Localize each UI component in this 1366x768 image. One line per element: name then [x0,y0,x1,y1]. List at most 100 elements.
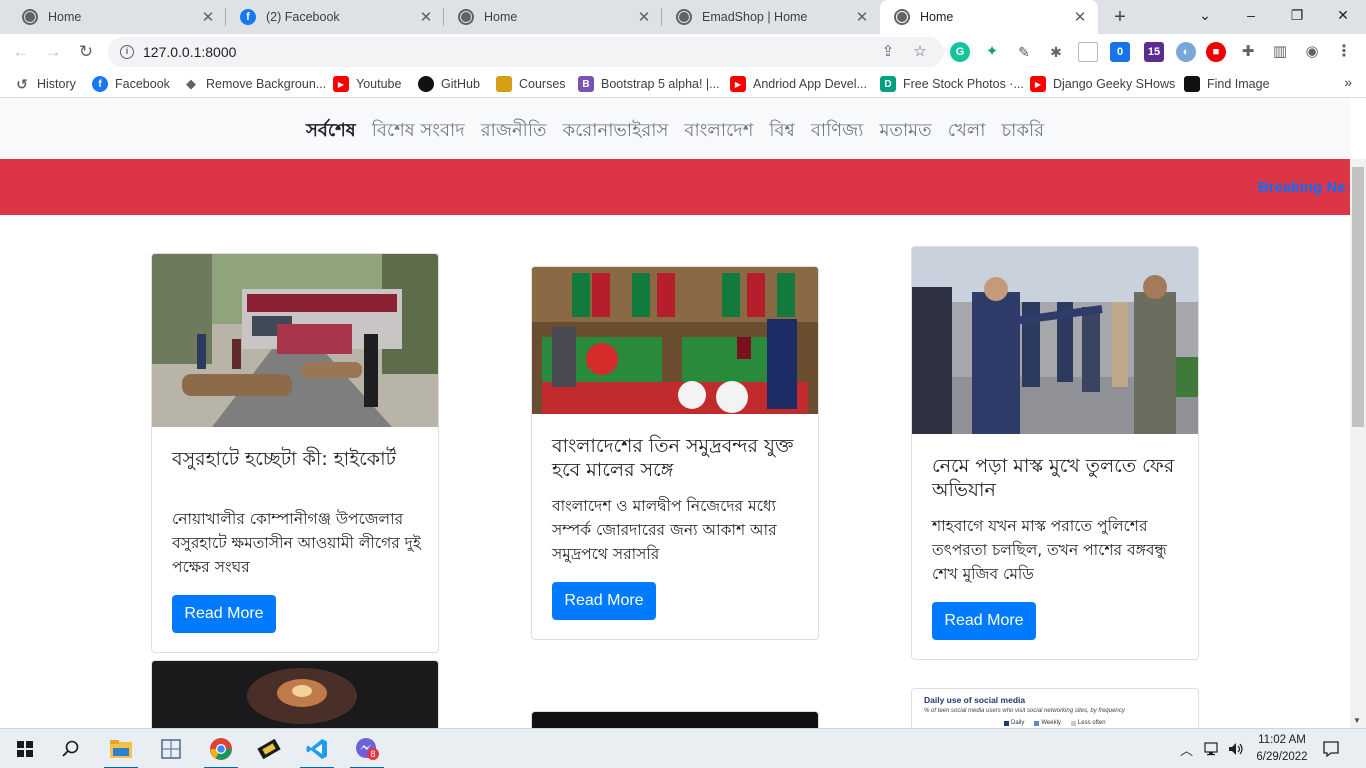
search-icon[interactable] [48,729,94,768]
show-hidden-icons[interactable]: ︿ [1180,729,1193,768]
bookmark-remove-background[interactable]: ◆ Remove Backgroun... [183,74,326,94]
browser-tab[interactable]: f (2) Facebook ✕ [226,0,444,34]
bug-icon[interactable]: ✱ [1046,42,1066,62]
network-app-icon[interactable] [148,729,194,768]
site-nav-item[interactable]: করোনাভাইরাস [563,116,669,147]
read-more-button[interactable]: Read More [932,602,1036,640]
browser-tab-strip: Home ✕ f (2) Facebook ✕ Home ✕ EmadShop … [0,0,1366,34]
reload-icon[interactable]: ↻ [73,39,99,65]
bookmark-github[interactable]: GitHub [418,74,480,94]
page-scrollbar[interactable]: ▼ [1350,159,1366,728]
chart-thumb-title: Daily use of social media [924,695,1026,705]
side-panel-icon[interactable]: ▥ [1270,42,1290,62]
address-bar[interactable]: i 127.0.0.1:8000 ⇪ ☆ [108,37,944,67]
legend-item: Less often [1070,720,1106,726]
youtube-icon: ▶ [333,76,349,92]
site-nav-item[interactable]: বিশ্ব [769,116,794,147]
facebook-icon: f [240,9,256,25]
bookmark-django[interactable]: ▶ Django Geeky SHows [1030,74,1175,94]
find-image-icon [1184,76,1200,92]
chart-thumb-legend: Daily Weekly Less often [1004,720,1186,726]
news-card [151,660,439,728]
chart-thumb-subtitle: % of teen social media users who visit s… [924,708,1125,714]
site-nav-item[interactable]: সর্বশেষ [306,116,356,147]
site-nav-item[interactable]: বিশেষ সংবাদ [372,116,465,147]
news-photo-road-blockade [152,254,438,427]
extension-icon[interactable]: ◐ [1176,42,1196,62]
vscode-icon[interactable] [294,729,340,768]
restore-icon[interactable]: ❐ [1274,0,1320,30]
bookmark-find-image[interactable]: Find Image [1184,74,1270,94]
grammarly-icon[interactable]: G [950,42,970,62]
news-card: বাংলাদেশের তিন সমুদ্রবন্দর যুক্ত হবে মাল… [531,266,819,640]
courses-icon [496,76,512,92]
read-more-button[interactable]: Read More [172,595,276,633]
site-nav-links: সর্বশেষ বিশেষ সংবাদ রাজনীতি করোনাভাইরাস বাংল… [0,116,1350,147]
bookmark-android-app[interactable]: ▶ Andriod App Devel... [730,74,867,94]
system-clock[interactable]: 11:02 AM 6/29/2022 [1250,732,1314,766]
bookmarks-overflow-icon[interactable]: » [1344,74,1352,90]
tab-search-icon[interactable]: ⌄ [1182,0,1228,30]
bookmark-history[interactable]: ↺ History [14,74,76,94]
extensions-puzzle-icon[interactable]: ✚ [1238,42,1258,62]
close-tab-icon[interactable]: ✕ [854,8,870,26]
news-photo-signing-ceremony [532,267,818,414]
extension-badge-icon[interactable]: 0 [1110,42,1130,62]
bookmark-star-icon[interactable]: ☆ [910,42,930,62]
youtube-icon: ▶ [1030,76,1046,92]
site-info-icon[interactable]: i [120,45,134,59]
memory-chip-icon[interactable] [246,729,292,768]
bookmark-bootstrap[interactable]: B Bootstrap 5 alpha! |... [578,74,720,94]
site-nav-item[interactable]: চাকরি [1001,116,1044,147]
color-picker-icon[interactable]: ✎ [1014,42,1034,62]
site-nav-item[interactable]: রাজনীতি [481,116,547,147]
file-explorer-icon[interactable] [98,729,144,768]
menu-kebab-icon[interactable]: ⋮ [1334,42,1354,62]
close-tab-icon[interactable]: ✕ [200,8,216,26]
site-nav-item[interactable]: বাণিজ্য [811,116,864,147]
chrome-icon[interactable] [198,729,244,768]
browser-tab[interactable]: EmadShop | Home ✕ [662,0,880,34]
notes-icon[interactable] [1078,42,1098,62]
read-more-button[interactable]: Read More [552,582,656,620]
breaking-news-bar: Breaking Ne [0,159,1350,215]
bookmark-courses[interactable]: Courses [496,74,566,94]
back-arrow-icon[interactable]: ← [8,39,34,65]
minimize-icon[interactable]: – [1228,0,1274,30]
windows-start-icon[interactable] [2,729,48,768]
notification-icon[interactable] [1322,729,1340,768]
profile-icon[interactable]: ◉ [1302,42,1322,62]
adblock-icon[interactable]: ■ [1206,42,1226,62]
network-icon[interactable] [1204,729,1222,768]
volume-icon[interactable] [1228,729,1246,768]
browser-tab[interactable]: Home ✕ [444,0,662,34]
browser-tab-active[interactable]: Home ✕ [880,0,1098,34]
bookmark-youtube[interactable]: ▶ Youtube [333,74,401,94]
tab-title: (2) Facebook [266,10,340,24]
forward-arrow-icon[interactable]: → [40,39,66,65]
scrollbar-thumb[interactable] [1352,167,1364,427]
new-tab-button[interactable]: + [1107,4,1133,30]
bookmark-free-stock-photos[interactable]: D Free Stock Photos ·... [880,74,1024,94]
close-tab-icon[interactable]: ✕ [418,8,434,26]
news-title[interactable]: বাংলাদেশের তিন সমুদ্রবন্দর যুক্ত হবে মাল… [552,434,802,482]
bookmark-facebook[interactable]: f Facebook [92,74,170,94]
close-window-icon[interactable]: ✕ [1320,0,1366,30]
site-nav-item[interactable]: বাংলাদেশ [684,116,753,147]
extension-icon[interactable]: ✦ [982,42,1002,62]
close-tab-icon[interactable]: ✕ [636,8,652,26]
share-icon[interactable]: ⇪ [878,42,898,62]
site-nav-item[interactable]: খেলা [948,116,986,147]
scroll-down-arrow-icon[interactable]: ▼ [1353,716,1361,725]
browser-tab[interactable]: Home ✕ [8,0,226,34]
news-card [531,711,819,728]
site-nav-item[interactable]: মতামত [879,116,931,147]
close-tab-icon[interactable]: ✕ [1072,8,1088,26]
news-title[interactable]: বসুরহাটে হচ্ছেটা কী: হাইকোর্ট [172,447,422,471]
tab-title: EmadShop | Home [702,10,808,24]
news-title[interactable]: নেমে পড়া মাস্ক মুখে তুলতে ফের অভিযান [932,454,1182,502]
extension-badge-icon[interactable]: 15 [1144,42,1164,62]
messenger-icon[interactable]: 8 [344,729,390,768]
bootstrap-icon: B [578,76,594,92]
breaking-news-ticker: Breaking Ne [1258,179,1346,196]
